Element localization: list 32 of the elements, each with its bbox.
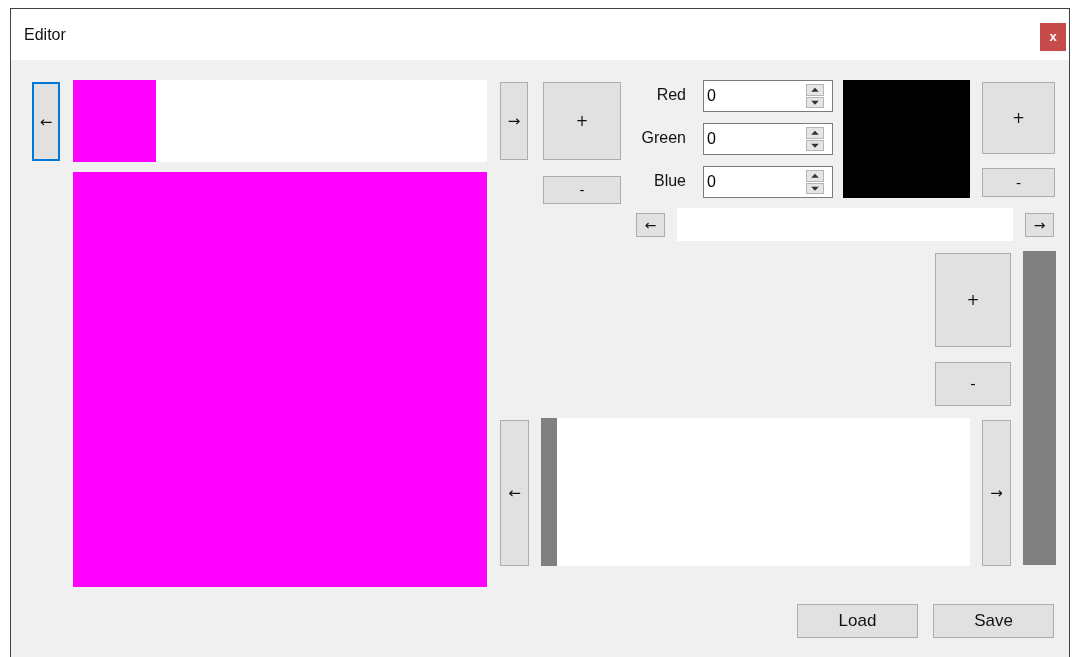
remove-color-button[interactable]: -	[982, 168, 1055, 197]
load-button[interactable]: Load	[797, 604, 918, 638]
remove-layer-button[interactable]: -	[935, 362, 1011, 406]
add-layer-button[interactable]: +	[935, 253, 1011, 347]
spin-up-icon[interactable]	[806, 170, 824, 182]
next-frame-button[interactable]: →	[500, 82, 528, 160]
color-label: Green	[640, 128, 686, 148]
save-button[interactable]: Save	[933, 604, 1054, 638]
number-spinner[interactable]: 0	[703, 123, 833, 155]
close-button[interactable]: x	[1040, 22, 1066, 51]
color-label: Red	[655, 85, 686, 105]
prev-frame-button[interactable]: ←	[32, 82, 60, 161]
spin-up-icon[interactable]	[806, 127, 824, 139]
window-title: Editor	[24, 25, 66, 44]
spin-down-icon[interactable]	[806, 182, 824, 194]
number-field[interactable]: 0	[704, 124, 806, 154]
add-color-button[interactable]: +	[982, 82, 1055, 154]
prev-layer-button[interactable]: ←	[500, 420, 529, 566]
spin-up-icon[interactable]	[806, 84, 824, 96]
prev-palette-button[interactable]: ←	[636, 212, 665, 237]
color-label: Blue	[652, 171, 686, 191]
add-frame-button[interactable]: +	[543, 82, 621, 160]
number-field[interactable]: 0	[704, 81, 806, 111]
number-spinner[interactable]: 0	[703, 166, 833, 198]
number-spinner[interactable]: 0	[703, 80, 833, 112]
number-field[interactable]: 0	[704, 167, 806, 197]
remove-frame-button[interactable]: -	[543, 176, 621, 204]
spin-down-icon[interactable]	[806, 139, 824, 151]
frame-swatch[interactable]	[73, 80, 156, 162]
next-palette-button[interactable]: →	[1025, 212, 1054, 237]
spin-down-icon[interactable]	[806, 96, 824, 108]
next-layer-button[interactable]: →	[982, 420, 1011, 566]
